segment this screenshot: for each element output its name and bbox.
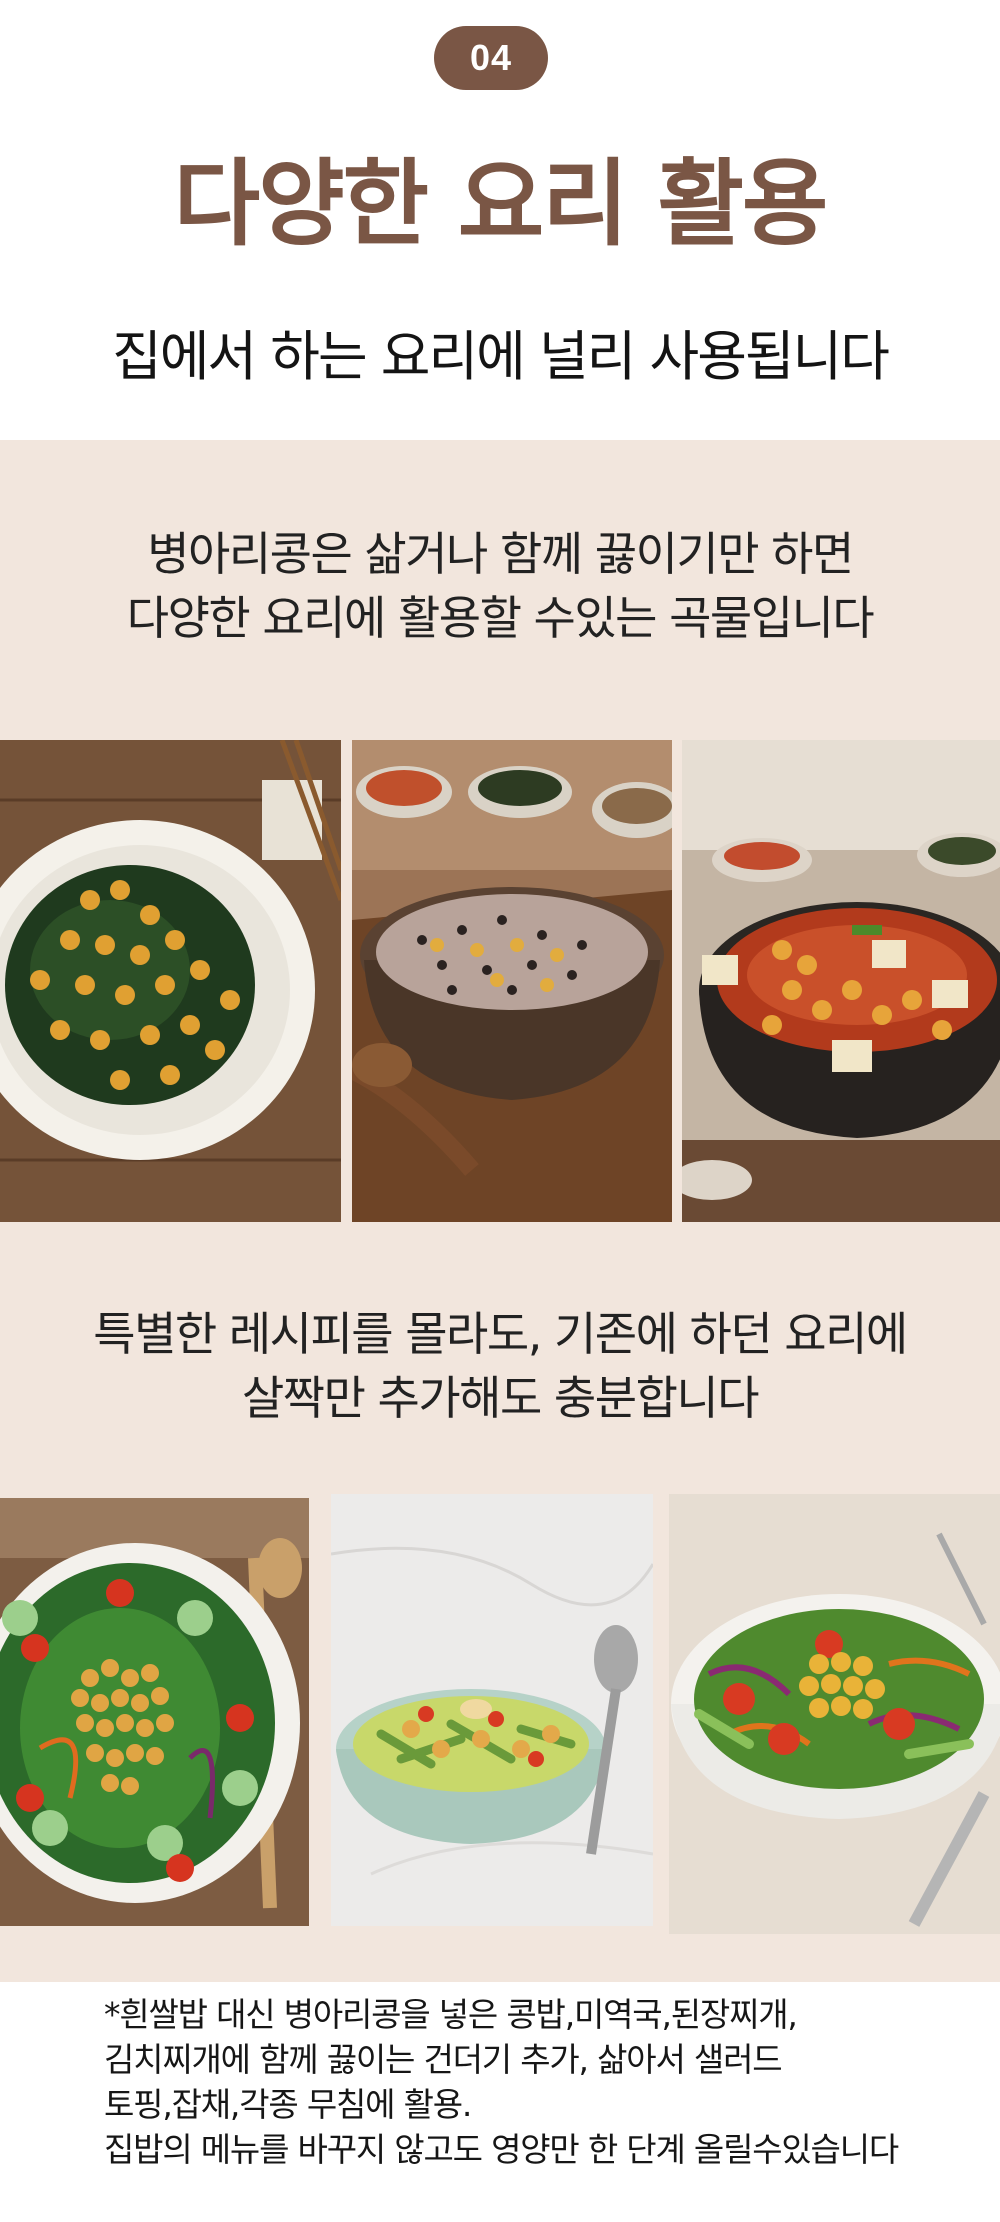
veggie-salad-plate-photo — [669, 1494, 1000, 1934]
section-number-badge: 04 — [434, 26, 548, 90]
footnote-line: 토핑,잡채,각종 무침에 활용. — [104, 2085, 472, 2124]
spinach-chickpea-salad-photo — [0, 740, 341, 1222]
description-line: 특별한 레시피를 몰라도, 기존에 하던 요리에 — [93, 1307, 908, 1361]
description-line: 살짝만 추가해도 충분합니다 — [241, 1371, 760, 1425]
green-salad-bowl-photo — [0, 1498, 309, 1926]
footnote-line: 김치찌개에 함께 끓이는 건더기 추가, 삶아서 샐러드 — [104, 2040, 783, 2079]
multigrain-rice-bowl-photo — [352, 740, 672, 1222]
page-title: 다양한 요리 활용 — [173, 150, 829, 259]
footnote-line: *흰쌀밥 대신 병아리콩을 넣은 콩밥,미역국,된장찌개, — [104, 1995, 798, 2034]
description-block-1: 병아리콩은 삶거나 함께 끓이기만 하면 다양한 요리에 활용할 수있는 곡물입… — [0, 522, 1000, 650]
footnote-section: *흰쌀밥 대신 병아리콩을 넣은 콩밥,미역국,된장찌개, 김치찌개에 함께 끓… — [0, 1982, 1000, 2222]
kimchi-stew-pot-photo — [682, 740, 1000, 1222]
footnote-line: 집밥의 메뉴를 바꾸지 않고도 영양만 한 단계 올릴수있습니다 — [104, 2130, 899, 2169]
description-line: 다양한 요리에 활용할 수있는 곡물입니다 — [126, 591, 875, 645]
header-section: 04 다양한 요리 활용 집에서 하는 요리에 널리 사용됩니다 — [0, 0, 1000, 440]
description-line: 병아리콩은 삶거나 함께 끓이기만 하면 — [147, 527, 854, 581]
cucumber-chickpea-bowl-photo — [331, 1494, 653, 1926]
page-subtitle: 집에서 하는 요리에 널리 사용됩니다 — [112, 325, 890, 388]
footnote-text: *흰쌀밥 대신 병아리콩을 넣은 콩밥,미역국,된장찌개, 김치찌개에 함께 끓… — [104, 1992, 984, 2172]
description-block-2: 특별한 레시피를 몰라도, 기존에 하던 요리에 살짝만 추가해도 충분합니다 — [0, 1302, 1000, 1430]
